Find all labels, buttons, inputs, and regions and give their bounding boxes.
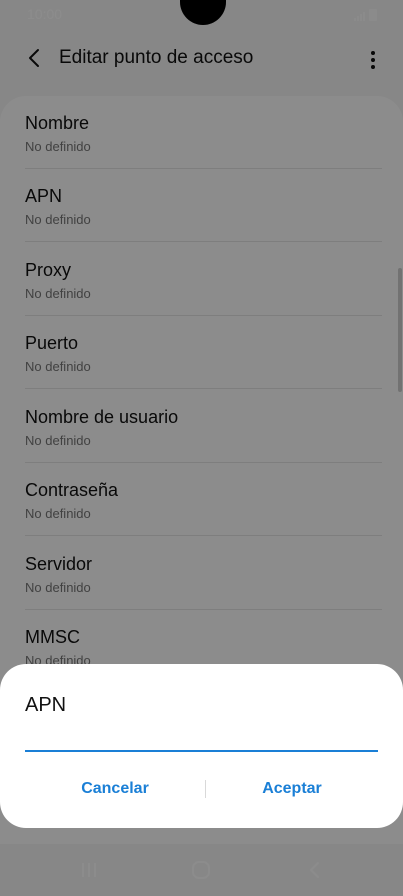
cancel-button[interactable]: Cancelar (25, 772, 205, 806)
dialog-title: APN (25, 694, 67, 716)
apn-input[interactable] (25, 724, 378, 752)
ok-button[interactable]: Aceptar (206, 772, 378, 806)
screen: 10:00 Editar punto de acceso Nombre No d… (0, 0, 403, 896)
apn-dialog: APN Cancelar Aceptar (0, 664, 403, 828)
